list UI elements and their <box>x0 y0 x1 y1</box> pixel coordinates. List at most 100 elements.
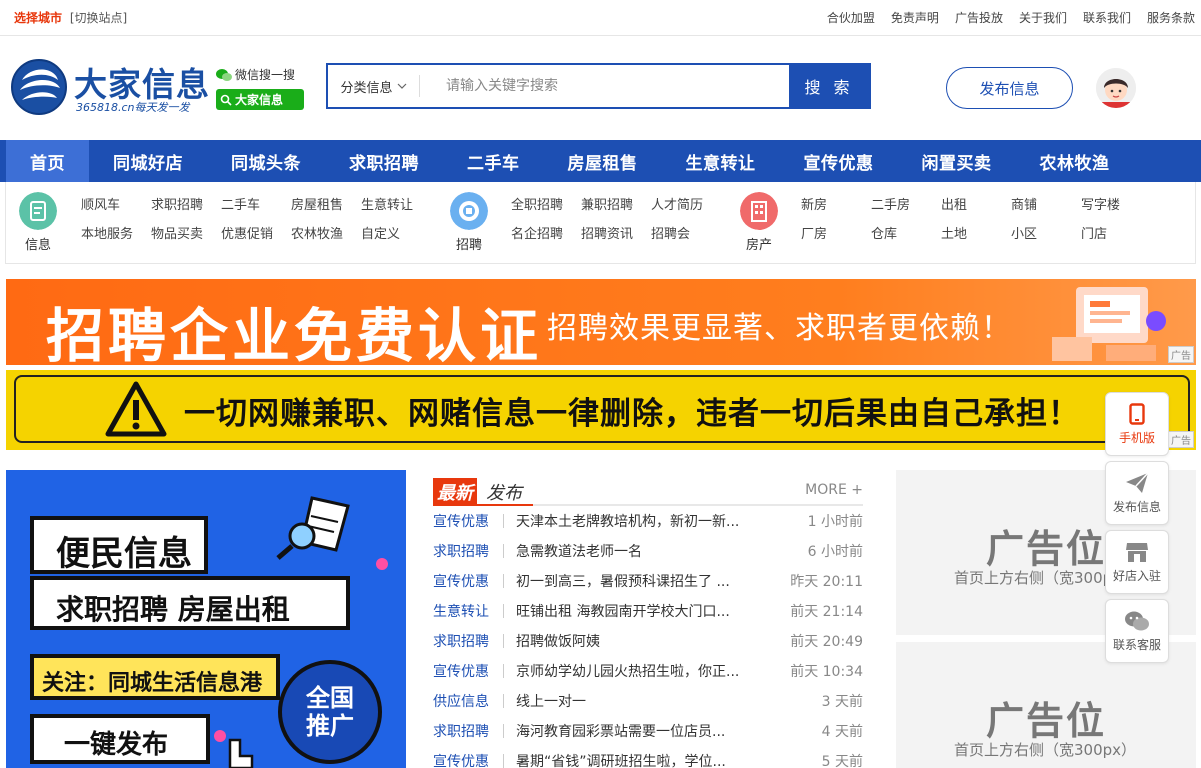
category-link[interactable]: 招聘资讯 <box>581 223 651 242</box>
publish-info-button[interactable]: 发布信息 <box>946 67 1073 109</box>
category-label-info[interactable]: 信息 <box>18 234 58 253</box>
news-tag-publish: 发布 <box>486 483 522 504</box>
category-link[interactable]: 农林牧渔 <box>291 223 361 242</box>
category-label-house[interactable]: 房产 <box>739 234 779 253</box>
search-input[interactable] <box>420 65 789 107</box>
category-link[interactable]: 二手房 <box>871 194 941 213</box>
promo-banner[interactable]: 便民信息 求职招聘 房屋出租 关注：同城生活信息港 一键发布 全国推广 <box>6 470 406 768</box>
nav-secondhand[interactable]: 闲置买卖 <box>898 140 1016 182</box>
category-label-jobs[interactable]: 招聘 <box>449 234 489 253</box>
category-link[interactable]: 求职招聘 <box>151 194 221 213</box>
category-link[interactable]: 招聘会 <box>651 223 721 242</box>
category-link[interactable]: 出租 <box>941 194 1011 213</box>
category-link[interactable]: 新房 <box>801 194 871 213</box>
news-category[interactable]: 宣传优惠 <box>433 751 503 768</box>
category-link[interactable]: 全职招聘 <box>511 194 581 213</box>
news-category[interactable]: 求职招聘 <box>433 631 503 651</box>
ad-label: 广告 <box>1168 431 1194 448</box>
category-link[interactable]: 顺风车 <box>81 194 151 213</box>
switch-site-link[interactable]: [切换站点] <box>70 11 127 25</box>
category-link[interactable]: 仓库 <box>871 223 941 242</box>
news-title[interactable]: 线上一对一 <box>516 691 783 711</box>
category-link[interactable]: 名企招聘 <box>511 223 581 242</box>
site-logo[interactable]: 大家信息 365818.cn每天发一发 <box>10 56 210 118</box>
top-links: 合伙加盟 免责声明 广告投放 关于我们 联系我们 服务条款 <box>827 9 1195 26</box>
category-link[interactable]: 自定义 <box>361 223 431 242</box>
recruit-banner[interactable]: 招聘企业免费认证 招聘效果更显著、求职者更依赖！ 广告 <box>6 279 1196 365</box>
jobs-icon[interactable] <box>450 192 488 230</box>
category-link[interactable]: 写字楼 <box>1081 194 1151 213</box>
search-category-select[interactable]: 分类信息 <box>328 75 420 97</box>
category-link[interactable]: 厂房 <box>801 223 871 242</box>
news-row[interactable]: 宣传优惠 天津本土老牌教培机构，新初一新... 1 小时前 <box>433 506 863 536</box>
news-title[interactable]: 急需教道法老师一名 <box>516 541 783 561</box>
category-link[interactable]: 商铺 <box>1011 194 1081 213</box>
news-title[interactable]: 旺铺出租 海教园南开学校大门口... <box>516 601 783 621</box>
category-link[interactable]: 门店 <box>1081 223 1151 242</box>
category-link[interactable]: 土地 <box>941 223 1011 242</box>
news-row[interactable]: 宣传优惠 暑期“省钱”调研班招生啦，学位... 5 天前 <box>433 746 863 768</box>
top-link-contact[interactable]: 联系我们 <box>1083 9 1131 26</box>
news-title[interactable]: 海河教育园彩票站需要一位店员... <box>516 721 783 741</box>
news-category[interactable]: 宣传优惠 <box>433 511 503 531</box>
contact-service-button[interactable]: 联系客服 <box>1105 599 1169 663</box>
nav-housing[interactable]: 房屋租售 <box>544 140 662 182</box>
news-row[interactable]: 供应信息 线上一对一 3 天前 <box>433 686 863 716</box>
mobile-version-button[interactable]: 手机版 <box>1105 392 1169 456</box>
news-category[interactable]: 求职招聘 <box>433 541 503 561</box>
chevron-down-icon <box>397 83 406 89</box>
category-link[interactable]: 小区 <box>1011 223 1081 242</box>
category-link[interactable]: 优惠促销 <box>221 223 291 242</box>
news-category[interactable]: 宣传优惠 <box>433 571 503 591</box>
document-icon[interactable] <box>19 192 57 230</box>
top-link-partner[interactable]: 合伙加盟 <box>827 9 875 26</box>
select-city-link[interactable]: 选择城市 <box>14 11 62 25</box>
news-category[interactable]: 供应信息 <box>433 691 503 711</box>
category-link[interactable]: 本地服务 <box>81 223 151 242</box>
news-row[interactable]: 求职招聘 海河教育园彩票站需要一位店员... 4 天前 <box>433 716 863 746</box>
news-category[interactable]: 生意转让 <box>433 601 503 621</box>
category-link[interactable]: 生意转让 <box>361 194 431 213</box>
news-row[interactable]: 求职招聘 招聘做饭阿姨 前天 20:49 <box>433 626 863 656</box>
category-link[interactable]: 兼职招聘 <box>581 194 651 213</box>
news-row[interactable]: 宣传优惠 初一到高三，暑假预科课招生了 ... 昨天 20:11 <box>433 566 863 596</box>
news-title[interactable]: 初一到高三，暑假预科课招生了 ... <box>516 571 783 591</box>
news-title[interactable]: 天津本土老牌教培机构，新初一新... <box>516 511 783 531</box>
news-category[interactable]: 宣传优惠 <box>433 661 503 681</box>
news-title[interactable]: 京师幼学幼儿园火热招生啦，你正... <box>516 661 783 681</box>
nav-stores[interactable]: 同城好店 <box>89 140 207 182</box>
logo-swirl-icon <box>11 59 67 115</box>
nav-home[interactable]: 首页 <box>6 140 89 182</box>
category-link[interactable]: 人才简历 <box>651 194 721 213</box>
nav-promotions[interactable]: 宣传优惠 <box>780 140 898 182</box>
nav-used-cars[interactable]: 二手车 <box>443 140 544 182</box>
nav-agriculture[interactable]: 农林牧渔 <box>1016 140 1134 182</box>
top-link-terms[interactable]: 服务条款 <box>1147 9 1195 26</box>
store-join-button[interactable]: 好店入驻 <box>1105 530 1169 594</box>
nav-headlines[interactable]: 同城头条 <box>207 140 325 182</box>
wechat-search[interactable]: 微信搜一搜 大家信息 <box>216 66 306 110</box>
search-button[interactable]: 搜 索 <box>789 65 869 107</box>
float-publish-button[interactable]: 发布信息 <box>1105 461 1169 525</box>
category-link[interactable]: 房屋租售 <box>291 194 361 213</box>
news-category[interactable]: 求职招聘 <box>433 721 503 741</box>
promo-line-1: 便民信息 <box>30 516 208 574</box>
news-separator <box>503 574 504 588</box>
city-selector[interactable]: 选择城市 [切换站点] <box>14 9 127 26</box>
category-link[interactable]: 二手车 <box>221 194 291 213</box>
news-row[interactable]: 求职招聘 急需教道法老师一名 6 小时前 <box>433 536 863 566</box>
top-link-about[interactable]: 关于我们 <box>1019 9 1067 26</box>
category-link[interactable]: 物品买卖 <box>151 223 221 242</box>
nav-business-transfer[interactable]: 生意转让 <box>662 140 780 182</box>
user-avatar[interactable] <box>1096 68 1136 108</box>
wechat-badge-label: 大家信息 <box>235 93 284 107</box>
news-row[interactable]: 宣传优惠 京师幼学幼儿园火热招生啦，你正... 前天 10:34 <box>433 656 863 686</box>
news-title[interactable]: 招聘做饭阿姨 <box>516 631 783 651</box>
news-more-link[interactable]: MORE + <box>805 482 863 498</box>
building-icon[interactable] <box>740 192 778 230</box>
news-title[interactable]: 暑期“省钱”调研班招生啦，学位... <box>516 751 783 768</box>
news-row[interactable]: 生意转让 旺铺出租 海教园南开学校大门口... 前天 21:14 <box>433 596 863 626</box>
nav-jobs[interactable]: 求职招聘 <box>325 140 443 182</box>
top-link-advertise[interactable]: 广告投放 <box>955 9 1003 26</box>
top-link-disclaimer[interactable]: 免责声明 <box>891 9 939 26</box>
